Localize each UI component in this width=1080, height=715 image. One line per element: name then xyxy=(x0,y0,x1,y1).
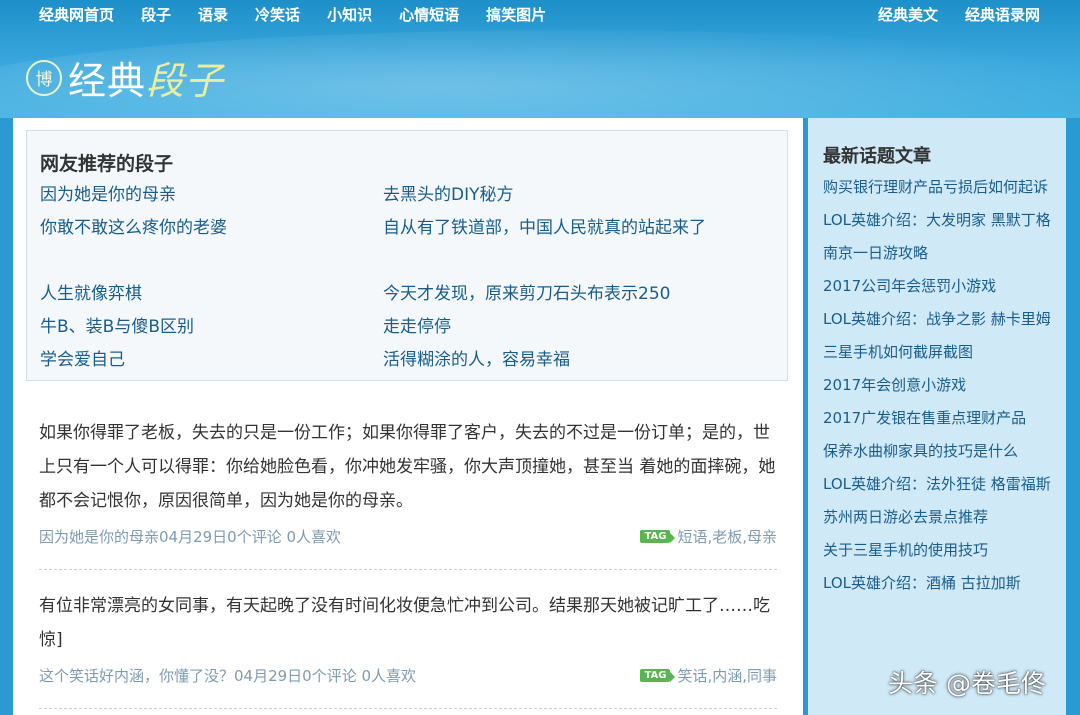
nav-duanzi[interactable]: 段子 xyxy=(141,4,171,25)
recommended-box: 网友推荐的段子 因为她是你的母亲 你敢不敢这么疼你的老婆 人生就像弈棋 牛B、装… xyxy=(26,130,788,381)
tag-links[interactable]: 短语,老板,母亲 xyxy=(677,526,777,547)
sidebar-article-link[interactable]: LOL英雄介绍：法外狂徒 格雷福斯 xyxy=(823,468,1051,501)
sidebar-article-link[interactable]: LOL英雄介绍：酒桶 古拉加斯 xyxy=(823,567,1051,600)
sidebar-list: 购买银行理财产品亏损后如何起诉 LOL英雄介绍：大发明家 黑默丁格 南京一日游攻… xyxy=(823,171,1051,600)
recommended-title: 网友推荐的段子 xyxy=(40,153,174,175)
top-nav-right: 经典美文 经典语录网 xyxy=(851,0,1040,28)
post-meta: 这个笑话好内涵，你懂了没？04月29日0个评论 0人喜欢 TAG 笑话,内涵,同… xyxy=(39,665,777,689)
nav-yulu[interactable]: 语录 xyxy=(198,4,228,25)
post-tags: TAG 短语,老板,母亲 xyxy=(640,526,777,547)
rec-link[interactable]: 活得糊涂的人，容易幸福 xyxy=(383,344,723,377)
sidebar-article-link[interactable]: 南京一日游攻略 xyxy=(823,237,1051,270)
site-logo[interactable]: 博 经典 段子 xyxy=(26,50,224,105)
rec-link[interactable]: 因为她是你的母亲 xyxy=(40,179,360,212)
sidebar-article-link[interactable]: 关于三星手机的使用技巧 xyxy=(823,534,1051,567)
post-meta-link[interactable]: 因为她是你的母亲04月29日0个评论 0人喜欢 xyxy=(39,526,341,547)
post-meta: 因为她是你的母亲04月29日0个评论 0人喜欢 TAG 短语,老板,母亲 xyxy=(39,526,777,550)
sidebar-article-link[interactable]: LOL英雄介绍：战争之影 赫卡里姆 xyxy=(823,303,1051,336)
sidebar-article-link[interactable]: 2017公司年会惩罚小游戏 xyxy=(823,270,1051,303)
sidebar-article-link[interactable]: 2017广发银在售重点理财产品 xyxy=(823,402,1051,435)
tag-icon: TAG xyxy=(640,669,676,682)
rec-link[interactable]: 去黑头的DIY秘方 xyxy=(383,179,723,212)
nav-mood[interactable]: 心情短语 xyxy=(399,4,459,25)
sidebar-article-link[interactable]: 购买银行理财产品亏损后如何起诉 xyxy=(823,171,1051,204)
nav-tips[interactable]: 小知识 xyxy=(327,4,372,25)
nav-essays[interactable]: 经典美文 xyxy=(878,4,938,25)
rec-link[interactable]: 自从有了铁道部，中国人民就真的站起来了 xyxy=(383,212,723,245)
post-item: 有位非常漂亮的女同事，有天起晚了没有时间化妆便急忙冲到公司。结果那天她被记旷工了… xyxy=(39,589,777,689)
top-nav-left: 经典网首页 段子 语录 冷笑话 小知识 心情短语 搞笑图片 xyxy=(39,0,573,28)
post-tags: TAG 笑话,内涵,同事 xyxy=(640,665,777,686)
rec-link[interactable]: 学会爱自己 xyxy=(40,344,360,377)
rec-link[interactable]: 你敢不敢这么疼你的老婆 xyxy=(40,212,360,245)
sidebar: 最新话题文章 购买银行理财产品亏损后如何起诉 LOL英雄介绍：大发明家 黑默丁格… xyxy=(808,118,1066,715)
watermark: 头条 @卷毛佟 xyxy=(888,669,1046,698)
post-divider xyxy=(39,708,777,709)
rec-link[interactable]: 牛B、装B与傻B区别 xyxy=(40,311,360,344)
nav-quotes-site[interactable]: 经典语录网 xyxy=(965,4,1040,25)
sidebar-title: 最新话题文章 xyxy=(823,146,931,167)
rec-link[interactable]: 人生就像弈棋 xyxy=(40,278,360,311)
sidebar-article-link[interactable]: 三星手机如何截屏截图 xyxy=(823,336,1051,369)
logo-badge-icon: 博 xyxy=(26,59,62,96)
post-divider xyxy=(39,569,777,570)
post-text: 如果你得罪了老板，失去的只是一份工作；如果你得罪了客户，失去的不过是一份订单；是… xyxy=(39,423,776,511)
logo-text-main: 经典 xyxy=(68,59,147,103)
rec-link[interactable]: 今天才发现，原来剪刀石头布表示250 xyxy=(383,278,723,311)
post-item: 如果你得罪了老板，失去的只是一份工作；如果你得罪了客户，失去的不过是一份订单；是… xyxy=(39,416,777,550)
sidebar-article-link[interactable]: 保养水曲柳家具的技巧是什么 xyxy=(823,435,1051,468)
main-content: 网友推荐的段子 因为她是你的母亲 你敢不敢这么疼你的老婆 人生就像弈棋 牛B、装… xyxy=(13,118,803,715)
rec-link[interactable]: 走走停停 xyxy=(383,311,723,344)
sidebar-article-link[interactable]: LOL英雄介绍：大发明家 黑默丁格 xyxy=(823,204,1051,237)
nav-funny-images[interactable]: 搞笑图片 xyxy=(486,4,546,25)
tag-icon: TAG xyxy=(640,530,676,543)
post-meta-link[interactable]: 这个笑话好内涵，你懂了没？04月29日0个评论 0人喜欢 xyxy=(39,665,416,686)
logo-text-accent: 段子 xyxy=(146,59,225,103)
post-text: 有位非常漂亮的女同事，有天起晚了没有时间化妆便急忙冲到公司。结果那天她被记旷工了… xyxy=(39,596,770,650)
nav-home[interactable]: 经典网首页 xyxy=(39,4,114,25)
site-header: 经典网首页 段子 语录 冷笑话 小知识 心情短语 搞笑图片 经典美文 经典语录网… xyxy=(0,0,1080,118)
sidebar-article-link[interactable]: 2017年会创意小游戏 xyxy=(823,369,1051,402)
nav-jokes[interactable]: 冷笑话 xyxy=(255,4,300,25)
sidebar-article-link[interactable]: 苏州两日游必去景点推荐 xyxy=(823,501,1051,534)
tag-links[interactable]: 笑话,内涵,同事 xyxy=(677,665,777,686)
